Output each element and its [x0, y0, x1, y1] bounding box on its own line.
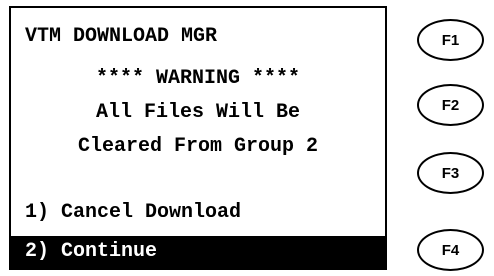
screen-title: VTM DOWNLOAD MGR [25, 25, 218, 48]
menu-option-cancel-download[interactable]: 1) Cancel Download [11, 198, 385, 228]
menu-option-continue[interactable]: 2) Continue [11, 236, 385, 268]
f1-key-button[interactable]: F1 [417, 19, 484, 61]
terminal-screen: VTM DOWNLOAD MGR **** WARNING **** All F… [9, 6, 387, 270]
f3-key-button[interactable]: F3 [417, 152, 484, 194]
warning-text: **** WARNING **** [95, 67, 301, 90]
message-line-2: Cleared From Group 2 [77, 135, 319, 158]
f4-key-button[interactable]: F4 [417, 229, 484, 271]
message-line-1: All Files Will Be [95, 101, 301, 124]
f2-key-button[interactable]: F2 [417, 84, 484, 126]
